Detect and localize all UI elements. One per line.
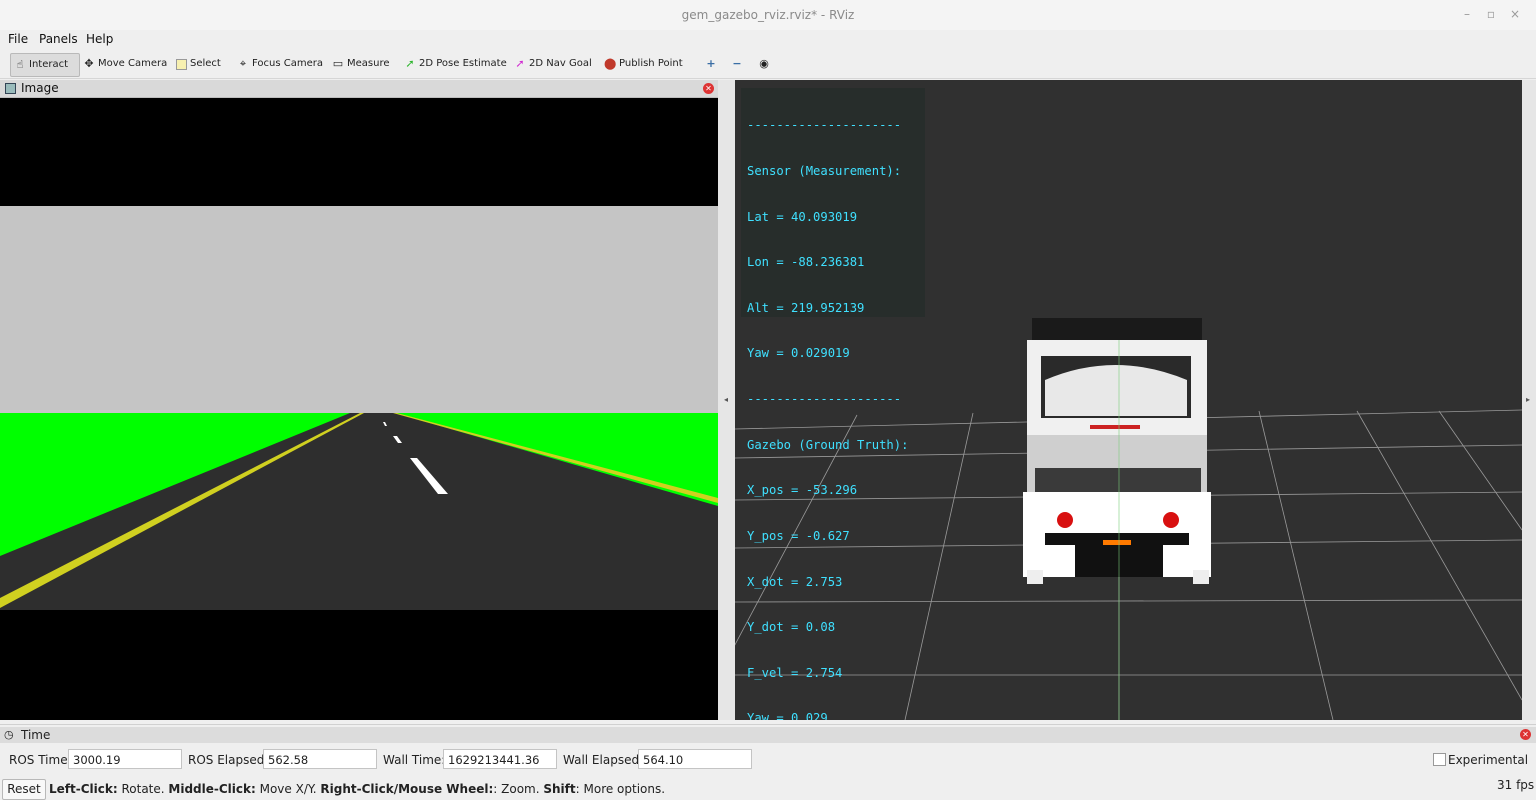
title-bar: gem_gazebo_rviz.rviz* - RViz – ▫ × <box>0 0 1536 31</box>
pin-icon: ⬤ <box>604 57 617 70</box>
time-panel-title: Time <box>21 728 51 742</box>
ros-elapsed-field[interactable]: 562.58 <box>263 749 377 769</box>
state-text-overlay: --------------------- Sensor (Measuremen… <box>741 88 925 720</box>
overlay-line: X_dot = 2.753 <box>747 574 843 589</box>
hint-text: : More options. <box>575 782 666 796</box>
eye-icon: ◉ <box>759 57 769 70</box>
tool-label: 2D Pose Estimate <box>419 58 507 69</box>
tool-properties-button[interactable]: ◉ <box>755 53 773 75</box>
overlay-line: X_pos = -53.296 <box>747 483 858 498</box>
menu-file[interactable]: File <box>8 32 28 46</box>
plus-icon: + <box>706 57 716 70</box>
tool-label: Publish Point <box>619 58 683 69</box>
tool-label: Focus Camera <box>252 58 323 69</box>
overlay-line: Sensor (Measurement): <box>747 164 902 179</box>
vehicle-model <box>1023 318 1211 584</box>
add-tool-button[interactable]: + <box>702 53 720 75</box>
hint-key: Middle-Click: <box>168 782 256 796</box>
hint-text: Rotate. <box>117 782 169 796</box>
hint-key: Shift <box>543 782 576 796</box>
overlay-line: Yaw = 0.029019 <box>747 346 850 361</box>
overlay-line: Yaw = 0.029 <box>747 711 828 720</box>
overlay-line: Alt = 219.952139 <box>747 300 865 315</box>
ros-time-field[interactable]: 3000.19 <box>68 749 182 769</box>
collapse-right-icon[interactable]: ▸ <box>1526 395 1530 404</box>
focus-icon: ⌖ <box>239 57 247 70</box>
hint-text: Move X/Y. <box>255 782 321 796</box>
tool-move-camera[interactable]: ✥ Move Camera <box>80 53 170 75</box>
close-window-button[interactable]: × <box>1508 7 1522 21</box>
overlay-line: Lat = 40.093019 <box>747 209 858 224</box>
hand-icon: ☝ <box>16 58 24 71</box>
wall-time-field[interactable]: 1629213441.36 <box>443 749 557 769</box>
overlay-line: Gazebo (Ground Truth): <box>747 437 909 452</box>
ros-elapsed-label: ROS Elapsed: <box>188 753 269 767</box>
menu-help[interactable]: Help <box>86 32 113 46</box>
tool-select[interactable]: Select <box>173 53 224 75</box>
experimental-label: Experimental <box>1448 753 1529 767</box>
tool-2d-pose-estimate[interactable]: ➚ 2D Pose Estimate <box>401 53 510 75</box>
magenta-arrow-icon: ➚ <box>515 57 525 70</box>
tool-label: Move Camera <box>98 58 168 69</box>
wall-elapsed-field[interactable]: 564.10 <box>638 749 752 769</box>
panel-icon <box>5 83 16 94</box>
time-panel-header: ◷ Time ✕ <box>0 727 1536 743</box>
panel-splitter[interactable]: ◂ <box>718 80 735 720</box>
remove-tool-button[interactable]: − <box>728 53 746 75</box>
tool-2d-nav-goal[interactable]: ➚ 2D Nav Goal <box>511 53 595 75</box>
overlay-line: --------------------- <box>747 392 902 407</box>
clock-icon: ◷ <box>4 728 14 741</box>
ruler-icon: ▭ <box>332 57 344 70</box>
green-arrow-icon: ➚ <box>405 57 415 70</box>
minimize-button[interactable]: – <box>1460 7 1474 21</box>
tool-label: 2D Nav Goal <box>529 58 592 69</box>
right-dock-edge[interactable]: ▸ <box>1522 80 1536 720</box>
image-panel: Image ✕ <box>0 80 718 720</box>
menu-file-label: File <box>8 32 29 46</box>
move-icon: ✥ <box>84 57 94 70</box>
experimental-checkbox[interactable] <box>1433 753 1446 766</box>
tool-label: Measure <box>347 58 390 69</box>
menu-help-label: Help <box>86 32 114 46</box>
close-panel-icon[interactable]: ✕ <box>703 83 714 94</box>
ros-time-label: ROS Time: <box>9 753 72 767</box>
hint-text: : Zoom. <box>493 782 544 796</box>
toolbar: ☝ Interact ✥ Move Camera Select ⌖ Focus Cam… <box>0 50 1536 79</box>
overlay-line: F_vel = 2.754 <box>747 665 843 680</box>
status-hint: Left-Click: Rotate. Middle-Click: Move X… <box>49 782 665 796</box>
menu-panels[interactable]: Panels <box>39 32 78 46</box>
tool-label: Interact <box>29 59 69 70</box>
overlay-line: Y_dot = 0.08 <box>747 620 836 635</box>
image-panel-header: Image ✕ <box>0 80 718 98</box>
3d-view[interactable]: --------------------- Sensor (Measuremen… <box>735 80 1522 720</box>
image-panel-title: Image <box>21 81 59 95</box>
camera-image <box>0 206 718 610</box>
overlay-line: --------------------- <box>747 118 902 133</box>
select-icon <box>176 58 187 70</box>
hint-key: Right-Click/Mouse Wheel: <box>320 782 494 796</box>
menu-panels-label: Panels <box>39 32 78 46</box>
tool-focus-camera[interactable]: ⌖ Focus Camera <box>234 53 326 75</box>
tool-publish-point[interactable]: ⬤ Publish Point <box>601 53 686 75</box>
menu-bar: File Panels Help <box>0 30 1536 50</box>
tool-measure[interactable]: ▭ Measure <box>329 53 393 75</box>
restore-button[interactable]: ▫ <box>1484 7 1498 21</box>
hint-key: Left-Click: <box>49 782 118 796</box>
close-time-panel-icon[interactable]: ✕ <box>1520 729 1531 740</box>
wall-time-label: Wall Time: <box>383 753 446 767</box>
minus-icon: − <box>732 57 742 70</box>
overlay-line: Lon = -88.236381 <box>747 255 865 270</box>
tool-interact[interactable]: ☝ Interact <box>10 53 80 77</box>
time-panel: ◷ Time ✕ ROS Time: 3000.19 ROS Elapsed: … <box>0 724 1536 800</box>
overlay-line: Y_pos = -0.627 <box>747 528 850 543</box>
wall-elapsed-label: Wall Elapsed: <box>563 753 644 767</box>
collapse-left-icon[interactable]: ◂ <box>724 395 728 404</box>
reset-button[interactable]: Reset <box>2 779 46 800</box>
fps-counter: 31 fps <box>1497 778 1535 792</box>
tool-label: Select <box>190 58 221 69</box>
window-title: gem_gazebo_rviz.rviz* - RViz <box>681 8 855 22</box>
